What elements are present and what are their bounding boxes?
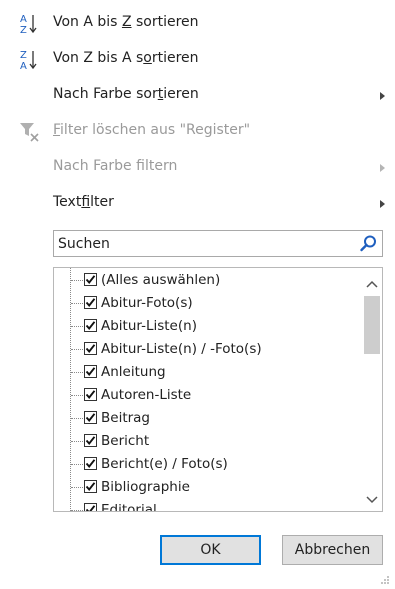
scroll-thumb[interactable]	[364, 296, 380, 354]
menu-item-sort-za[interactable]: Z A Von Z bis A sortieren	[0, 42, 395, 78]
list-item-label: Bibliographie	[101, 479, 190, 495]
list-item-label: Abitur-Liste(n)	[101, 318, 197, 334]
sort-za-icon: Z A	[18, 48, 42, 72]
clear-filter-label: Filter löschen aus "Register"	[53, 122, 251, 138]
list-scrollbar[interactable]	[362, 268, 382, 511]
tree-branch-line	[71, 280, 83, 281]
checkbox[interactable]	[84, 365, 97, 378]
menu-item-text-filter[interactable]: Textfilter	[0, 186, 395, 222]
tree-branch-line	[71, 326, 83, 327]
svg-text:A: A	[20, 14, 27, 25]
tree-branch-line	[71, 303, 83, 304]
checkbox[interactable]	[84, 342, 97, 355]
list-item[interactable]: Bericht(e) / Foto(s)	[54, 453, 362, 476]
tree-branch-line	[71, 349, 83, 350]
checkbox[interactable]	[84, 296, 97, 309]
checkbox[interactable]	[84, 457, 97, 470]
list-item[interactable]: Bericht	[54, 430, 362, 453]
tree-branch-line	[71, 441, 83, 442]
filter-value-list-content: (Alles auswählen) Abitur-Foto(s) Abitur-Li…	[54, 268, 362, 512]
list-item[interactable]: Bibliographie	[54, 476, 362, 499]
menu-item-filter-by-color: Nach Farbe filtern	[0, 150, 395, 186]
menu-item-clear-filter: Filter löschen aus "Register"	[0, 114, 395, 150]
list-item[interactable]: Abitur-Liste(n)	[54, 315, 362, 338]
cancel-button[interactable]: Abbrechen	[282, 535, 383, 565]
list-item-label: Abitur-Liste(n) / -Foto(s)	[101, 341, 262, 357]
tree-branch-line	[71, 464, 83, 465]
tree-branch-line	[71, 510, 83, 511]
search-input[interactable]	[56, 233, 348, 254]
list-item-label: Abitur-Foto(s)	[101, 295, 193, 311]
list-item[interactable]: (Alles auswählen)	[54, 269, 362, 292]
scroll-up-icon[interactable]	[366, 278, 378, 288]
tree-branch-line	[71, 487, 83, 488]
list-item[interactable]: Anleitung	[54, 361, 362, 384]
tree-branch-line	[71, 372, 83, 373]
clear-filter-icon	[18, 120, 42, 144]
list-item[interactable]: Autoren-Liste	[54, 384, 362, 407]
menu-item-sort-by-color[interactable]: Nach Farbe sortieren	[0, 78, 395, 114]
checkbox[interactable]	[84, 480, 97, 493]
ok-button[interactable]: OK	[160, 535, 261, 565]
menu-item-sort-az[interactable]: A Z Von A bis Z sortieren	[0, 6, 395, 42]
list-item-label: Editorial	[101, 502, 157, 512]
list-item[interactable]: Abitur-Foto(s)	[54, 292, 362, 315]
filter-value-list: (Alles auswählen) Abitur-Foto(s) Abitur-Li…	[53, 267, 383, 512]
list-item[interactable]: Abitur-Liste(n) / -Foto(s)	[54, 338, 362, 361]
list-item-label: (Alles auswählen)	[101, 272, 221, 288]
search-box	[53, 230, 383, 257]
sort-za-label: Von Z bis A sortieren	[53, 50, 199, 66]
tree-branch-line	[71, 418, 83, 419]
sort-az-icon: A Z	[18, 12, 42, 36]
checkbox[interactable]	[84, 273, 97, 286]
list-item-label: Bericht	[101, 433, 150, 449]
list-item-label: Anleitung	[101, 364, 166, 380]
sort-by-color-label: Nach Farbe sortieren	[53, 86, 199, 102]
checkbox[interactable]	[84, 319, 97, 332]
filter-by-color-label: Nach Farbe filtern	[53, 158, 178, 174]
list-item[interactable]: Editorial	[54, 499, 362, 512]
checkbox[interactable]	[84, 503, 97, 511]
scroll-down-icon[interactable]	[366, 493, 378, 504]
svg-text:Z: Z	[20, 50, 27, 61]
sort-az-label: Von A bis Z sortieren	[53, 14, 199, 30]
svg-text:A: A	[20, 61, 27, 72]
list-item-label: Beitrag	[101, 410, 151, 426]
checkbox[interactable]	[84, 411, 97, 424]
resize-grip-icon[interactable]	[380, 573, 390, 584]
tree-branch-line	[71, 395, 83, 396]
magnifier-icon[interactable]	[359, 234, 378, 253]
svg-text:Z: Z	[20, 25, 27, 36]
submenu-arrow-icon	[380, 200, 385, 208]
list-item-label: Bericht(e) / Foto(s)	[101, 456, 228, 472]
list-item-label: Autoren-Liste	[101, 387, 192, 403]
submenu-arrow-icon	[380, 92, 385, 100]
list-item[interactable]: Beitrag	[54, 407, 362, 430]
checkbox[interactable]	[84, 388, 97, 401]
text-filter-label: Textfilter	[53, 194, 114, 210]
submenu-arrow-icon	[380, 164, 385, 172]
checkbox[interactable]	[84, 434, 97, 447]
